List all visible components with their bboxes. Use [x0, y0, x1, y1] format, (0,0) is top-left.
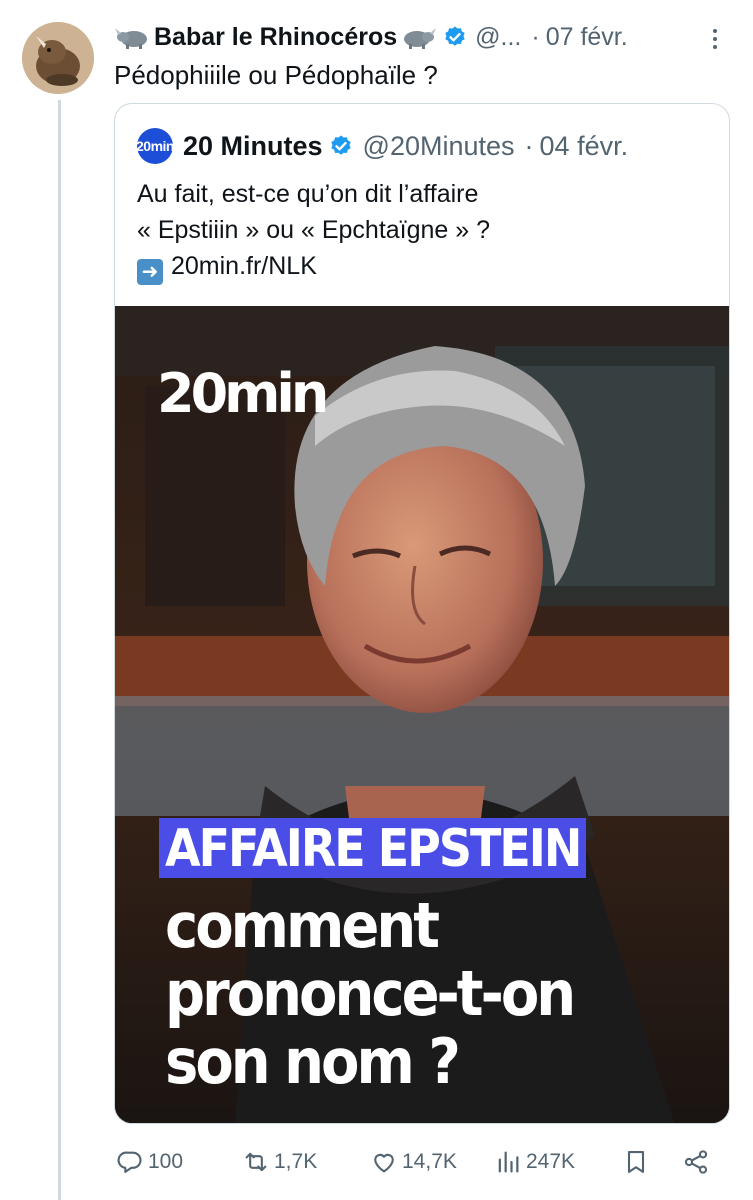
separator-dot: ·	[524, 130, 534, 161]
quoted-avatar[interactable]: 20min	[136, 128, 174, 164]
quoted-text-line: Au fait, est-ce qu’on dit l’affaire	[137, 180, 479, 208]
media-headline: AFFAIRE EPSTEIN	[165, 817, 582, 879]
verified-badge-icon	[443, 25, 467, 49]
repost-count: 1,7K	[274, 1150, 318, 1173]
tweet-header: Babar le Rhinocéros @... · 07 févr.	[114, 18, 729, 56]
reply-button[interactable]: 100	[116, 1148, 183, 1176]
quoted-text-line: « Epstiiin » ou « Epchtaïgne » ?	[137, 216, 491, 244]
repost-icon	[245, 1152, 267, 1172]
view-count: 247K	[526, 1150, 576, 1173]
quoted-handle[interactable]: @20Minutes	[363, 131, 515, 162]
rhino-emoji-icon	[399, 25, 437, 49]
bookmark-icon	[627, 1151, 645, 1173]
quoted-media-image[interactable]: 20min AFFAIRE EPSTEIN comment prononce-t…	[115, 306, 729, 1123]
share-icon	[684, 1150, 708, 1174]
reply-icon	[117, 1151, 142, 1173]
quoted-display-name[interactable]: 20 Minutes	[183, 131, 323, 162]
quoted-text: Au fait, est-ce qu’on dit l’affaire « Ep…	[137, 176, 717, 285]
rhino-emoji-icon	[114, 25, 152, 49]
verified-badge-icon	[329, 134, 353, 158]
media-headline-box: AFFAIRE EPSTEIN	[159, 817, 587, 879]
tweet-date[interactable]: 07 févr.	[546, 23, 628, 52]
more-icon[interactable]	[707, 26, 723, 52]
reply-count: 100	[148, 1150, 184, 1173]
separator-dot: ·	[531, 22, 540, 51]
thread-line	[58, 100, 61, 1200]
views-icon	[498, 1151, 519, 1173]
views-button[interactable]: 247K	[494, 1148, 575, 1176]
arrow-right-icon: ➜	[137, 259, 163, 285]
media-subline: son nom ?	[165, 1026, 461, 1099]
media-subline: prononce-t-on	[165, 958, 576, 1031]
tweet-text: Pédophiiile ou Pédophaïle ?	[114, 60, 438, 90]
quoted-link-line: ➜ 20min.fr/NLK	[137, 248, 717, 285]
quoted-header: 20min 20 Minutes @20Minutes · 04 févr.	[136, 128, 629, 164]
share-button[interactable]	[682, 1148, 714, 1176]
action-bar: 100 1,7K 14,7K 247K	[114, 1142, 729, 1182]
like-count: 14,7K	[402, 1150, 457, 1173]
media-logo: 20min	[157, 362, 329, 425]
quoted-tweet[interactable]: 20min 20 Minutes @20Minutes · 04 févr. A…	[114, 103, 730, 1124]
avatar[interactable]	[22, 22, 94, 94]
quoted-link[interactable]: 20min.fr/NLK	[171, 252, 317, 280]
repost-button[interactable]: 1,7K	[242, 1148, 317, 1176]
like-icon	[374, 1153, 394, 1173]
quoted-date[interactable]: 04 févr.	[540, 131, 629, 162]
display-name[interactable]: Babar le Rhinocéros	[154, 23, 397, 52]
handle[interactable]: @...	[475, 23, 521, 52]
media-subline: comment	[165, 890, 440, 963]
bookmark-button[interactable]	[622, 1148, 654, 1176]
like-button[interactable]: 14,7K	[370, 1148, 457, 1176]
